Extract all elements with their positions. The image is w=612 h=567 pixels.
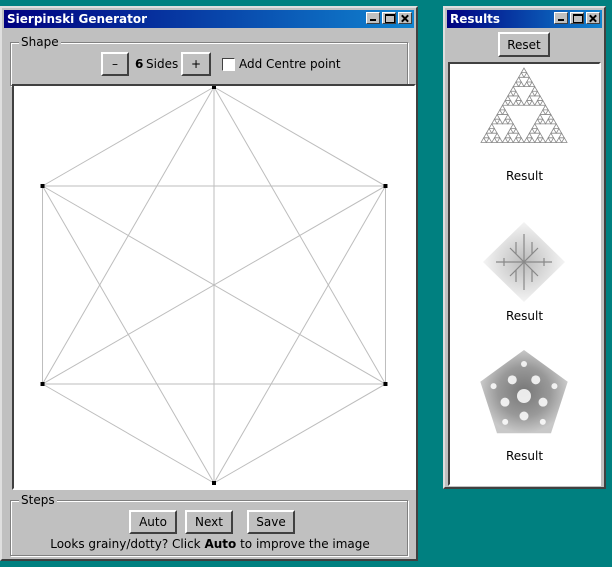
save-button[interactable]: Save bbox=[247, 510, 295, 534]
hexagon-diagram bbox=[40, 86, 388, 485]
reset-button[interactable]: Reset bbox=[498, 32, 550, 57]
sides-count: 6 bbox=[135, 57, 144, 71]
hint-suffix: to improve the image bbox=[236, 537, 370, 551]
maximize-icon[interactable] bbox=[382, 12, 396, 24]
result-caption: Result bbox=[505, 169, 544, 183]
result-caption: Result bbox=[505, 449, 544, 463]
result-thumbnail-triangle[interactable] bbox=[450, 64, 599, 154]
minimize-icon[interactable] bbox=[554, 12, 568, 24]
shape-legend: Shape bbox=[19, 35, 61, 49]
results-list[interactable]: Result Result Result bbox=[448, 62, 601, 486]
window-title: Sierpinski Generator bbox=[7, 12, 148, 26]
steps-legend: Steps bbox=[19, 493, 57, 507]
minimize-icon[interactable] bbox=[366, 12, 380, 24]
next-button[interactable]: Next bbox=[185, 510, 233, 534]
sides-label: Sides bbox=[146, 57, 179, 71]
vertex-handle[interactable] bbox=[383, 382, 388, 386]
centre-point-label[interactable]: Add Centre point bbox=[239, 57, 341, 71]
vertex-handle[interactable] bbox=[212, 481, 216, 485]
maximize-icon[interactable] bbox=[570, 12, 584, 24]
decrease-sides-button[interactable]: – bbox=[101, 52, 129, 76]
vertex-handle[interactable] bbox=[40, 184, 45, 188]
title-bar[interactable]: Sierpinski Generator bbox=[4, 10, 414, 28]
auto-button[interactable]: Auto bbox=[129, 510, 177, 534]
vertex-handle[interactable] bbox=[212, 86, 216, 89]
vertex-handle[interactable] bbox=[383, 184, 388, 188]
result-caption: Result bbox=[505, 309, 544, 323]
connector-line bbox=[42, 86, 215, 187]
increase-sides-button[interactable]: + bbox=[181, 52, 211, 76]
hint-text: Looks grainy/dotty? Click Auto to improv… bbox=[11, 537, 409, 551]
connector-line bbox=[213, 86, 386, 187]
shape-group: Shape – 6 Sides + Add Centre point bbox=[10, 35, 408, 86]
centre-point-checkbox[interactable] bbox=[222, 58, 235, 71]
vertex-handle[interactable] bbox=[40, 382, 45, 386]
connector-line bbox=[42, 185, 215, 484]
result-thumbnail-diamond[interactable] bbox=[450, 214, 599, 314]
steps-group: Steps Auto Next Save Looks grainy/dotty?… bbox=[10, 493, 409, 556]
hint-auto-emphasis: Auto bbox=[204, 537, 237, 551]
results-title-bar[interactable]: Results bbox=[447, 10, 602, 28]
connector-line bbox=[42, 383, 215, 484]
hint-prefix: Looks grainy/dotty? Click bbox=[50, 537, 205, 551]
results-window: Results Reset Result Result Result bbox=[443, 6, 606, 489]
connector-line bbox=[213, 383, 386, 484]
drawing-canvas[interactable] bbox=[12, 84, 416, 490]
close-icon[interactable] bbox=[398, 12, 412, 24]
close-icon[interactable] bbox=[586, 12, 600, 24]
sierpinski-generator-window: Sierpinski Generator Shape – 6 Sides + A… bbox=[0, 6, 418, 561]
results-window-title: Results bbox=[450, 12, 501, 26]
result-thumbnail-pentagon[interactable] bbox=[450, 344, 599, 444]
